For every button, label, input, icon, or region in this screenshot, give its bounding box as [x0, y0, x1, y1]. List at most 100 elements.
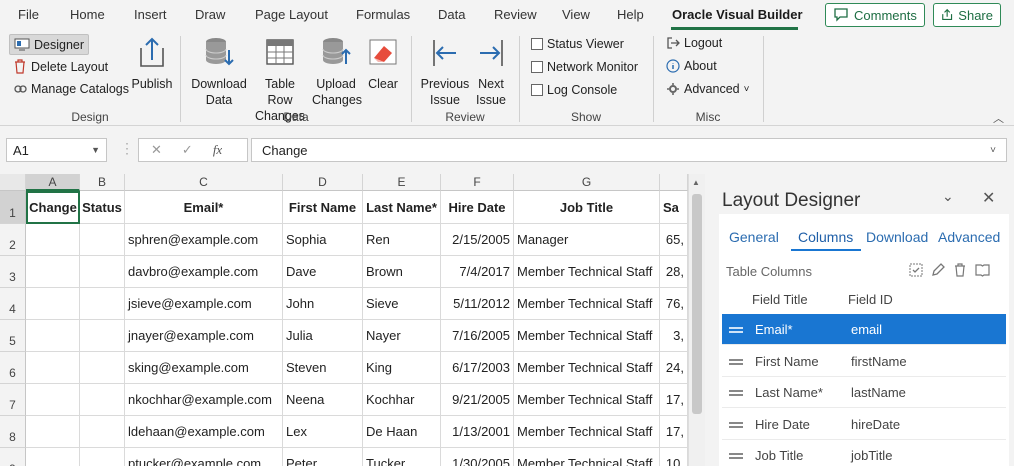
table-cell[interactable] — [26, 224, 80, 256]
table-cell[interactable] — [26, 288, 80, 320]
formula-input[interactable]: Change ˅ — [251, 138, 1007, 162]
table-cell[interactable]: 28, — [660, 256, 688, 288]
row-header[interactable]: 8 — [0, 416, 26, 448]
tab-columns[interactable]: Columns — [798, 229, 853, 245]
table-cell[interactable] — [80, 256, 125, 288]
table-cell[interactable]: 6/17/2003 — [441, 352, 514, 384]
header-cell-status[interactable]: Status — [80, 191, 125, 224]
tab-general[interactable]: General — [729, 229, 779, 245]
table-cell[interactable]: ptucker@example.com — [125, 448, 283, 466]
header-cell-hire-date[interactable]: Hire Date — [441, 191, 514, 224]
field-row-first-name[interactable]: First Name firstName — [722, 346, 1006, 377]
table-cell[interactable]: sphren@example.com — [125, 224, 283, 256]
field-row-hire-date[interactable]: Hire Date hireDate — [722, 409, 1006, 440]
tab-help[interactable]: Help — [617, 7, 644, 22]
table-cell[interactable]: 1/13/2001 — [441, 416, 514, 448]
table-cell[interactable]: Dave — [283, 256, 363, 288]
table-cell[interactable]: Brown — [363, 256, 441, 288]
table-cell[interactable]: 2/15/2005 — [441, 224, 514, 256]
table-cell[interactable]: davbro@example.com — [125, 256, 283, 288]
table-cell[interactable]: 3, — [660, 320, 688, 352]
network-monitor-checkbox[interactable]: Network Monitor — [531, 60, 638, 74]
table-cell[interactable]: Member Technical Staff — [514, 320, 660, 352]
table-cell[interactable]: jnayer@example.com — [125, 320, 283, 352]
column-header-b[interactable]: B — [80, 174, 125, 191]
row-header[interactable]: 9 — [0, 448, 26, 466]
table-cell[interactable]: Nayer — [363, 320, 441, 352]
confirm-icon[interactable]: ✓ — [182, 142, 193, 158]
edit-icon[interactable] — [931, 263, 945, 277]
row-header[interactable]: 4 — [0, 288, 26, 320]
table-cell[interactable]: Sophia — [283, 224, 363, 256]
table-cell[interactable]: 10, — [660, 448, 688, 466]
table-cell[interactable] — [80, 288, 125, 320]
drag-handle-icon[interactable] — [729, 359, 743, 365]
next-issue-button[interactable]: Next Issue — [472, 36, 510, 108]
table-cell[interactable]: De Haan — [363, 416, 441, 448]
download-data-button[interactable]: Download Data — [190, 36, 248, 108]
table-cell[interactable]: 76, — [660, 288, 688, 320]
table-cell[interactable]: 65, — [660, 224, 688, 256]
table-cell[interactable]: Kochhar — [363, 384, 441, 416]
column-header-e[interactable]: E — [363, 174, 441, 191]
row-header[interactable]: 3 — [0, 256, 26, 288]
table-cell[interactable] — [80, 320, 125, 352]
comments-button[interactable]: Comments — [825, 3, 925, 27]
scroll-up-icon[interactable]: ▲ — [692, 178, 700, 187]
tab-oracle-visual-builder[interactable]: Oracle Visual Builder — [672, 7, 803, 22]
table-cell[interactable]: King — [363, 352, 441, 384]
drag-handle-icon[interactable] — [729, 327, 743, 333]
log-console-checkbox[interactable]: Log Console — [531, 83, 617, 97]
table-cell[interactable]: Member Technical Staff — [514, 384, 660, 416]
table-cell[interactable]: nkochhar@example.com — [125, 384, 283, 416]
header-cell-change[interactable]: Change — [26, 191, 80, 224]
table-cell[interactable]: 7/16/2005 — [441, 320, 514, 352]
table-cell[interactable] — [26, 416, 80, 448]
table-cell[interactable]: 17, — [660, 416, 688, 448]
table-cell[interactable] — [26, 256, 80, 288]
select-all-corner[interactable] — [0, 174, 26, 191]
header-cell-last-name[interactable]: Last Name* — [363, 191, 441, 224]
table-cell[interactable]: John — [283, 288, 363, 320]
drag-handle-icon[interactable] — [729, 453, 743, 459]
drag-handle-icon[interactable] — [729, 390, 743, 396]
tab-draw[interactable]: Draw — [195, 7, 225, 22]
book-icon[interactable] — [975, 263, 990, 277]
table-cell[interactable]: Ren — [363, 224, 441, 256]
trash-icon[interactable] — [953, 263, 967, 277]
column-header-f[interactable]: F — [441, 174, 514, 191]
drag-handle-icon[interactable] — [729, 422, 743, 428]
header-cell-first-name[interactable]: First Name — [283, 191, 363, 224]
name-box[interactable]: A1 ▼ — [6, 138, 107, 162]
table-row-changes-button[interactable]: Table Row Changes ˅ — [251, 36, 309, 140]
table-cell[interactable] — [80, 416, 125, 448]
table-cell[interactable] — [80, 384, 125, 416]
tab-file[interactable]: File — [18, 7, 39, 22]
table-cell[interactable]: Member Technical Staff — [514, 352, 660, 384]
table-cell[interactable]: 1/30/2005 — [441, 448, 514, 466]
row-header[interactable]: 1 — [0, 191, 26, 224]
close-icon[interactable]: ✕ — [982, 188, 995, 208]
table-cell[interactable]: Tucker — [363, 448, 441, 466]
table-cell[interactable]: 9/21/2005 — [441, 384, 514, 416]
table-cell[interactable]: Member Technical Staff — [514, 288, 660, 320]
previous-issue-button[interactable]: Previous Issue — [420, 36, 470, 108]
table-cell[interactable] — [80, 448, 125, 466]
vertical-scrollbar[interactable]: ▲ — [688, 174, 705, 466]
column-header-d[interactable]: D — [283, 174, 363, 191]
advanced-dropdown[interactable]: Advanced ˅ — [666, 82, 749, 96]
checkbox-box[interactable] — [531, 38, 543, 50]
table-cell[interactable]: Julia — [283, 320, 363, 352]
table-cell[interactable]: jsieve@example.com — [125, 288, 283, 320]
checkbox-box[interactable] — [531, 84, 543, 96]
tab-page-layout[interactable]: Page Layout — [255, 7, 328, 22]
tab-download[interactable]: Download — [866, 229, 928, 245]
about-button[interactable]: About — [666, 59, 717, 73]
column-header-h[interactable] — [660, 174, 688, 191]
publish-button[interactable]: Publish — [130, 36, 174, 92]
manage-catalogs-button[interactable]: Manage Catalogs — [13, 82, 129, 96]
tab-insert[interactable]: Insert — [134, 7, 167, 22]
table-cell[interactable]: Lex — [283, 416, 363, 448]
table-cell[interactable] — [80, 352, 125, 384]
logout-button[interactable]: Logout — [666, 36, 722, 50]
